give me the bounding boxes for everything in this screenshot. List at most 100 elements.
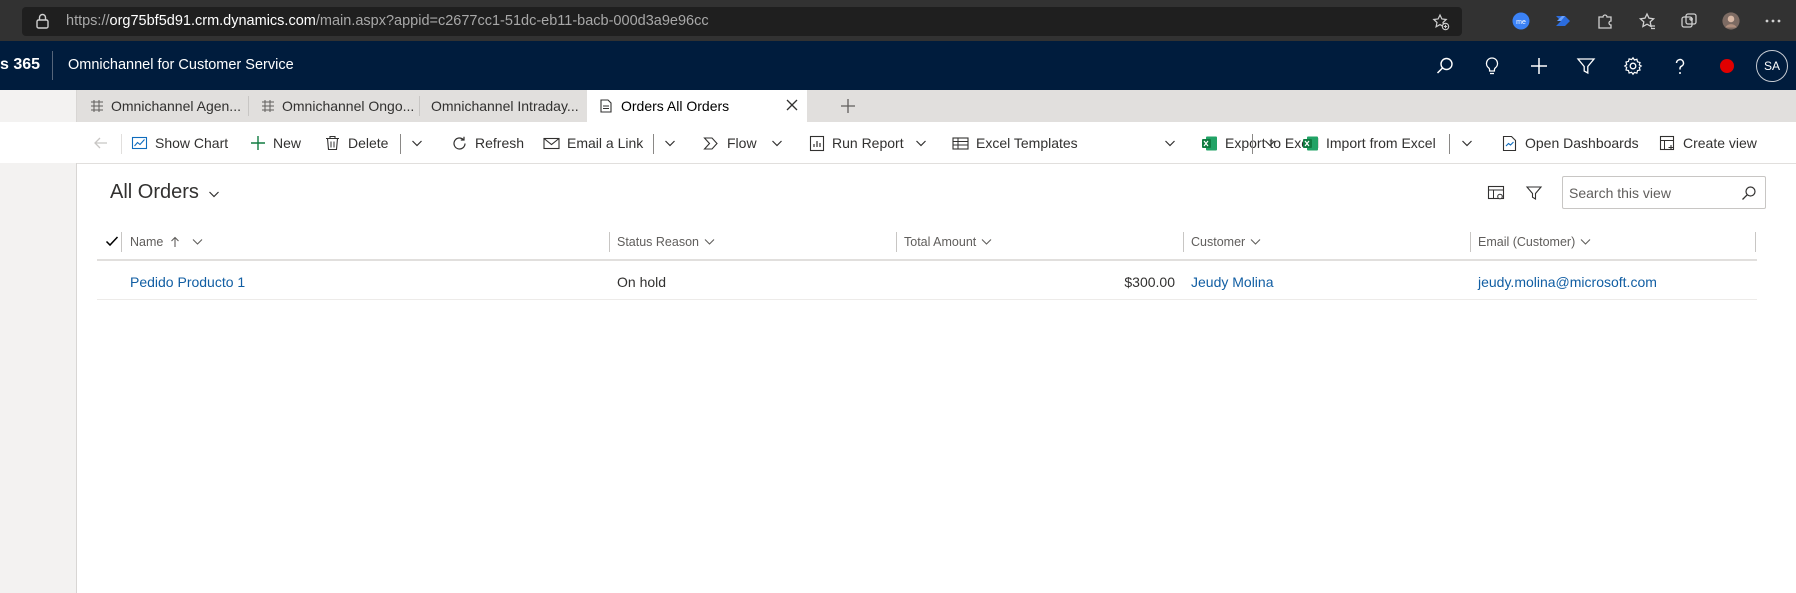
- order-name-link[interactable]: Pedido Producto 1: [130, 263, 245, 300]
- more-icon[interactable]: [1764, 12, 1782, 30]
- column-header-customer[interactable]: Customer: [1191, 224, 1261, 259]
- show-chart-button[interactable]: Show Chart: [131, 122, 228, 164]
- chevron-down-icon[interactable]: [981, 236, 992, 247]
- chevron-down-icon[interactable]: [1164, 137, 1176, 149]
- chevron-down-icon[interactable]: [192, 236, 203, 247]
- search-input[interactable]: [1569, 183, 1729, 203]
- open-dashboards-button[interactable]: Open Dashboards: [1501, 122, 1639, 164]
- product-name[interactable]: s 365: [0, 56, 40, 74]
- add-tab-icon[interactable]: [839, 97, 857, 115]
- chevron-down-icon[interactable]: [915, 137, 927, 149]
- tab-label: Omnichannel Intraday...: [431, 98, 579, 114]
- url-text[interactable]: https://org75bf5d91.crm.dynamics.com/mai…: [66, 13, 709, 29]
- column-label: Name: [130, 234, 164, 249]
- divider: [121, 134, 122, 154]
- column-header-total-amount[interactable]: Total Amount: [904, 224, 992, 259]
- show-chart-label: Show Chart: [155, 135, 229, 151]
- table-row[interactable]: Pedido Producto 1 On hold $300.00 Jeudy …: [97, 263, 1757, 300]
- trash-icon: [324, 135, 341, 152]
- app-title[interactable]: Omnichannel for Customer Service: [68, 57, 294, 73]
- chart-icon: [131, 135, 148, 152]
- grid-header: Name Status Reason Total Amount Customer…: [97, 224, 1757, 261]
- tab-omnichannel-agent[interactable]: Omnichannel Agen...: [90, 90, 255, 122]
- url-host: org75bf5d91.crm.dynamics.com: [109, 13, 316, 29]
- chevron-down-icon[interactable]: [664, 137, 676, 149]
- create-view-button[interactable]: Create view: [1659, 122, 1757, 164]
- column-divider: [1183, 232, 1184, 252]
- divider: [400, 134, 401, 154]
- favorites-icon[interactable]: [1638, 11, 1656, 30]
- sort-ascending-icon: [171, 236, 180, 247]
- flow-icon: [703, 135, 720, 152]
- email-link-button[interactable]: Email a Link: [543, 122, 643, 164]
- chevron-down-icon[interactable]: [208, 188, 220, 200]
- back-button[interactable]: [92, 122, 116, 164]
- favorite-add-icon[interactable]: [1432, 13, 1450, 31]
- filter-icon[interactable]: [1576, 56, 1596, 76]
- session-tabs: Omnichannel Agen... Omnichannel Ongo... …: [77, 90, 1796, 122]
- profile-avatar[interactable]: [1722, 11, 1740, 30]
- collections-icon[interactable]: [1680, 12, 1698, 30]
- open-dashboards-label: Open Dashboards: [1525, 135, 1639, 151]
- run-report-button[interactable]: Run Report: [808, 122, 904, 164]
- chevron-down-icon[interactable]: [1461, 137, 1473, 149]
- search-icon[interactable]: [1741, 185, 1757, 201]
- new-button[interactable]: New: [249, 122, 301, 164]
- nav-collapsed-area: [0, 122, 77, 163]
- delete-button[interactable]: Delete: [324, 122, 388, 164]
- column-divider: [1470, 232, 1471, 252]
- view-title[interactable]: All Orders: [110, 181, 199, 204]
- address-bar[interactable]: https://org75bf5d91.crm.dynamics.com/mai…: [22, 7, 1462, 36]
- select-all-checkmark-icon[interactable]: [105, 234, 119, 248]
- tab-omnichannel-intraday[interactable]: Omnichannel Intraday...: [431, 90, 594, 122]
- browser-toolbar: https://org75bf5d91.crm.dynamics.com/mai…: [0, 0, 1796, 41]
- lightbulb-icon[interactable]: [1482, 56, 1502, 76]
- search-icon[interactable]: [1435, 56, 1455, 76]
- back-arrow-icon: [92, 135, 109, 152]
- refresh-button[interactable]: Refresh: [451, 122, 524, 164]
- url-prefix: https://: [66, 13, 110, 29]
- tab-omnichannel-ongoing[interactable]: Omnichannel Ongo...: [261, 90, 426, 122]
- url-path: /main.aspx?appid=c2677cc1-51dc-eb11-bacb…: [315, 13, 709, 29]
- column-label: Email (Customer): [1478, 234, 1576, 249]
- user-avatar[interactable]: SA: [1756, 49, 1788, 82]
- plus-icon[interactable]: [1529, 56, 1549, 76]
- app-header: s 365 Omnichannel for Customer Service S…: [0, 41, 1796, 90]
- help-icon[interactable]: [1670, 56, 1690, 76]
- browser-icons: me: [1500, 0, 1796, 41]
- dashboard-icon: [90, 99, 104, 113]
- new-label: New: [273, 135, 302, 151]
- power-automate-icon[interactable]: [1554, 12, 1572, 30]
- customer-link[interactable]: Jeudy Molina: [1191, 263, 1274, 300]
- document-icon: [600, 99, 614, 113]
- chevron-down-icon[interactable]: [411, 137, 423, 149]
- settings-gear-icon[interactable]: [1623, 56, 1643, 76]
- extension-me-icon[interactable]: me: [1512, 12, 1530, 30]
- column-header-email-customer[interactable]: Email (Customer): [1478, 224, 1591, 259]
- extensions-icon[interactable]: [1596, 12, 1614, 30]
- column-divider: [609, 232, 610, 252]
- column-divider: [1755, 232, 1756, 252]
- email-link-icon: [543, 135, 560, 152]
- lock-icon[interactable]: [36, 13, 49, 29]
- filter-icon[interactable]: [1525, 184, 1543, 202]
- excel-templates-button[interactable]: Excel Templates: [952, 122, 1078, 164]
- close-icon[interactable]: [785, 98, 799, 112]
- email-link[interactable]: jeudy.molina@microsoft.com: [1478, 263, 1657, 300]
- column-header-name[interactable]: Name: [130, 224, 203, 259]
- svg-text:me: me: [1516, 19, 1526, 26]
- import-excel-button[interactable]: Import from Excel: [1302, 122, 1436, 164]
- edit-columns-icon[interactable]: [1487, 184, 1505, 202]
- column-label: Total Amount: [904, 234, 977, 249]
- chevron-down-icon[interactable]: [771, 137, 783, 149]
- chevron-down-icon[interactable]: [1250, 236, 1261, 247]
- tab-orders-all-orders[interactable]: Orders All Orders: [587, 90, 807, 122]
- column-header-status-reason[interactable]: Status Reason: [617, 224, 715, 259]
- presence-status-icon[interactable]: [1717, 56, 1737, 76]
- flow-button[interactable]: Flow: [703, 122, 757, 164]
- chevron-down-icon[interactable]: [704, 236, 715, 247]
- chevron-down-icon[interactable]: [1264, 137, 1276, 149]
- tab-divider: [419, 96, 420, 116]
- excel-template-icon: [952, 135, 969, 152]
- chevron-down-icon[interactable]: [1580, 236, 1591, 247]
